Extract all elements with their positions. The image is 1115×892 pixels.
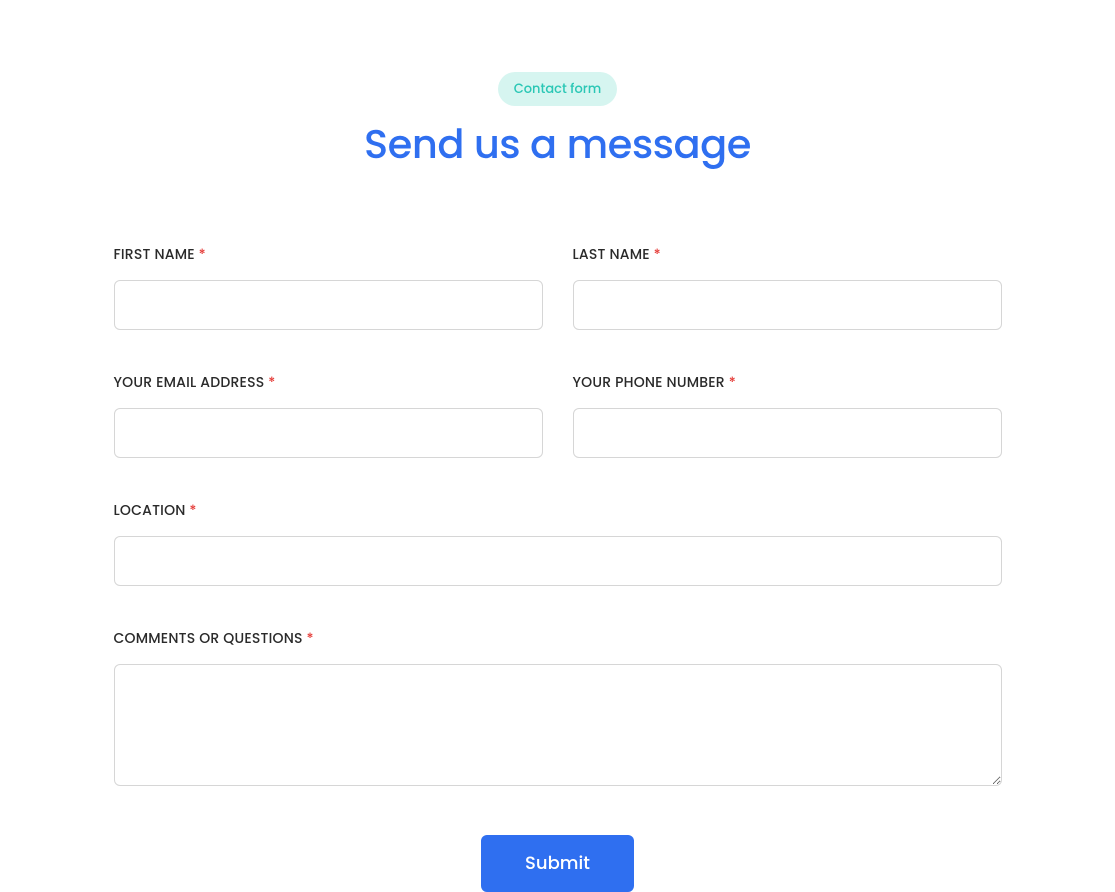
form-badge: Contact form — [498, 72, 618, 106]
phone-label: Your Phone Number * — [573, 372, 1002, 393]
last-name-label: Last Name * — [573, 244, 1002, 265]
field-group-first-name: First Name * — [114, 244, 543, 330]
required-marker: * — [189, 500, 196, 520]
comments-label: Comments or Questions * — [114, 628, 1002, 649]
label-text: Your Email Address — [114, 372, 265, 392]
field-group-comments: Comments or Questions * — [114, 628, 1002, 793]
email-label: Your Email Address * — [114, 372, 543, 393]
label-text: Location — [114, 500, 186, 520]
form-row-name: First Name * Last Name * — [114, 244, 1002, 330]
first-name-label: First Name * — [114, 244, 543, 265]
required-marker: * — [654, 244, 661, 264]
required-marker: * — [199, 244, 206, 264]
form-header: Contact form Send us a message — [114, 72, 1002, 174]
field-group-location: Location * — [114, 500, 1002, 586]
required-marker: * — [268, 372, 275, 392]
field-group-email: Your Email Address * — [114, 372, 543, 458]
contact-form-container: Contact form Send us a message First Nam… — [114, 72, 1002, 892]
label-text: Comments or Questions — [114, 628, 303, 648]
label-text: First Name — [114, 244, 195, 264]
phone-input[interactable] — [573, 408, 1002, 458]
label-text: Last Name — [573, 244, 650, 264]
submit-wrap: Submit — [114, 835, 1002, 892]
label-text: Your Phone Number — [573, 372, 725, 392]
contact-form: First Name * Last Name * Your Email Addr… — [114, 244, 1002, 892]
field-group-last-name: Last Name * — [573, 244, 1002, 330]
field-group-phone: Your Phone Number * — [573, 372, 1002, 458]
location-label: Location * — [114, 500, 1002, 521]
form-row-contact: Your Email Address * Your Phone Number * — [114, 372, 1002, 458]
first-name-input[interactable] — [114, 280, 543, 330]
submit-button[interactable]: Submit — [481, 835, 634, 892]
required-marker: * — [307, 628, 314, 648]
email-input[interactable] — [114, 408, 543, 458]
required-marker: * — [729, 372, 736, 392]
last-name-input[interactable] — [573, 280, 1002, 330]
comments-textarea[interactable] — [114, 664, 1002, 786]
page-title: Send us a message — [114, 114, 1002, 174]
location-input[interactable] — [114, 536, 1002, 586]
